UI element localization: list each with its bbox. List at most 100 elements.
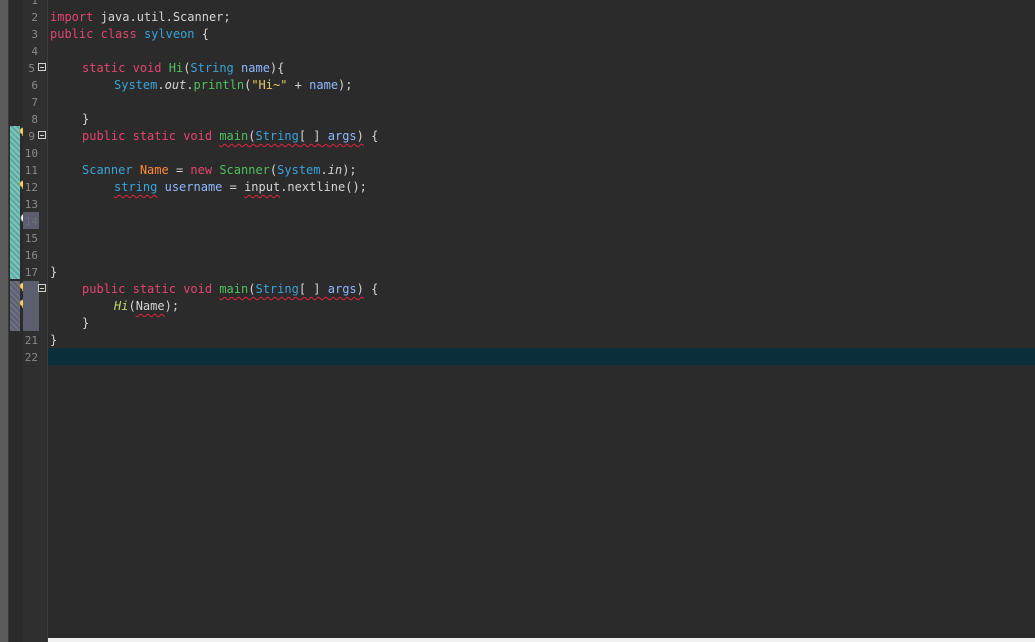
- keyword: class: [100, 27, 137, 41]
- keyword: public: [50, 27, 94, 41]
- class-name: sylveon: [143, 27, 195, 41]
- code-line-20[interactable]: }: [82, 315, 89, 332]
- fold-collapse-icon[interactable]: [38, 131, 46, 139]
- line-number: 6: [31, 79, 38, 92]
- code-line-12[interactable]: string username = input.nextline();: [114, 179, 367, 196]
- string-literal: "Hi~": [251, 78, 288, 92]
- keyword: void: [183, 282, 213, 296]
- field-name: out: [164, 78, 187, 92]
- line-number: 5: [28, 62, 35, 75]
- parameter-name: args: [327, 282, 357, 296]
- line-number: 3: [31, 28, 38, 41]
- keyword: public: [82, 282, 126, 296]
- line-number: 15: [24, 232, 38, 245]
- type-name: String: [255, 282, 299, 296]
- method-name: main: [219, 282, 249, 296]
- code-line-11[interactable]: Scanner Name = new Scanner(System.in);: [82, 162, 357, 179]
- keyword: public: [82, 129, 126, 143]
- keyword: void: [183, 129, 213, 143]
- code-text: );: [338, 78, 353, 92]
- line-number: 12: [24, 181, 38, 194]
- code-line-6[interactable]: System.out.println("Hi~" + name);: [114, 77, 353, 94]
- method-name: main: [219, 129, 249, 143]
- line-number: 2: [31, 11, 38, 24]
- line-number: 22: [24, 351, 38, 364]
- code-text: (: [128, 299, 136, 313]
- code-text: ): [356, 282, 364, 296]
- line-number: 13: [24, 198, 38, 211]
- code-line-19[interactable]: Hi(Name);: [114, 298, 179, 315]
- code-text: [ ]: [298, 129, 321, 143]
- code-text: java.util.Scanner;: [93, 10, 231, 24]
- code-editor[interactable]: 1 2 3 4 5 6 7 8 9 10 11 12 13 14 15 16 1…: [0, 0, 1035, 642]
- code-text: );: [342, 163, 357, 177]
- method-name: Hi: [168, 61, 184, 75]
- line-number: 16: [24, 249, 38, 262]
- code-text: +: [287, 78, 310, 92]
- type-name: Scanner: [219, 163, 270, 177]
- code-text: =: [168, 163, 191, 177]
- parameter-name: name: [309, 78, 339, 92]
- line-number: 1: [31, 0, 38, 7]
- method-name: println: [193, 78, 245, 92]
- type-name: String: [190, 61, 234, 75]
- keyword: static: [132, 282, 176, 296]
- code-line-17[interactable]: }: [50, 264, 57, 281]
- type-name: string: [114, 180, 158, 194]
- code-text: .: [320, 163, 328, 177]
- line-number: 8: [31, 113, 38, 126]
- brace: }: [50, 333, 58, 347]
- brace: }: [50, 265, 58, 279]
- code-text: );: [164, 299, 180, 313]
- class-name: System: [114, 78, 158, 92]
- gutter-highlight: [23, 281, 39, 331]
- variable-name: Name: [139, 163, 169, 177]
- method-name: Hi: [114, 299, 129, 313]
- code-line-3[interactable]: public class sylveon {: [50, 26, 209, 43]
- variable-name: input: [244, 180, 281, 194]
- parameter-name: name: [241, 61, 270, 75]
- keyword: import: [50, 10, 94, 24]
- keyword: new: [190, 163, 213, 177]
- code-text: =: [222, 180, 245, 194]
- code-area[interactable]: [48, 0, 1035, 642]
- code-line-8[interactable]: }: [82, 111, 89, 128]
- parameter-name: args: [327, 129, 357, 143]
- horizontal-scrollbar[interactable]: [48, 638, 1035, 642]
- type-name: String: [255, 129, 299, 143]
- current-line-highlight: [48, 348, 1035, 365]
- line-number: 9: [28, 130, 35, 143]
- brace: }: [82, 316, 90, 330]
- code-line-2[interactable]: import java.util.Scanner;: [50, 9, 231, 26]
- code-text: ){: [269, 61, 285, 75]
- keyword: static: [132, 129, 176, 143]
- class-name: System: [277, 163, 321, 177]
- line-number: 14: [24, 215, 38, 228]
- type-name: Scanner: [82, 163, 133, 177]
- code-line-21[interactable]: }: [50, 332, 57, 349]
- code-text: .: [157, 78, 165, 92]
- code-line-9[interactable]: public static void main(String[ ] args) …: [82, 128, 378, 145]
- brace: }: [82, 112, 90, 126]
- code-text: [ ]: [298, 282, 321, 296]
- code-text: .nextline();: [280, 180, 367, 194]
- line-number: 17: [24, 266, 38, 279]
- line-number: 11: [24, 164, 38, 177]
- field-name: in: [327, 163, 343, 177]
- keyword: void: [132, 61, 162, 75]
- fold-collapse-icon[interactable]: [38, 63, 46, 71]
- keyword: static: [82, 61, 126, 75]
- fold-collapse-icon[interactable]: [38, 284, 46, 292]
- variable-name: username: [164, 180, 223, 194]
- code-text: {: [363, 129, 379, 143]
- code-text: {: [194, 27, 209, 41]
- code-line-18[interactable]: public static void main(String[ ] args) …: [82, 281, 378, 298]
- code-text: {: [363, 282, 379, 296]
- line-number: 21: [24, 334, 38, 347]
- code-line-5[interactable]: static void Hi(String name){: [82, 60, 284, 77]
- line-number: 7: [31, 96, 38, 109]
- variable-name: Name: [135, 299, 165, 313]
- line-number: 4: [31, 45, 38, 58]
- line-number: 10: [24, 147, 38, 160]
- code-text: .: [186, 78, 194, 92]
